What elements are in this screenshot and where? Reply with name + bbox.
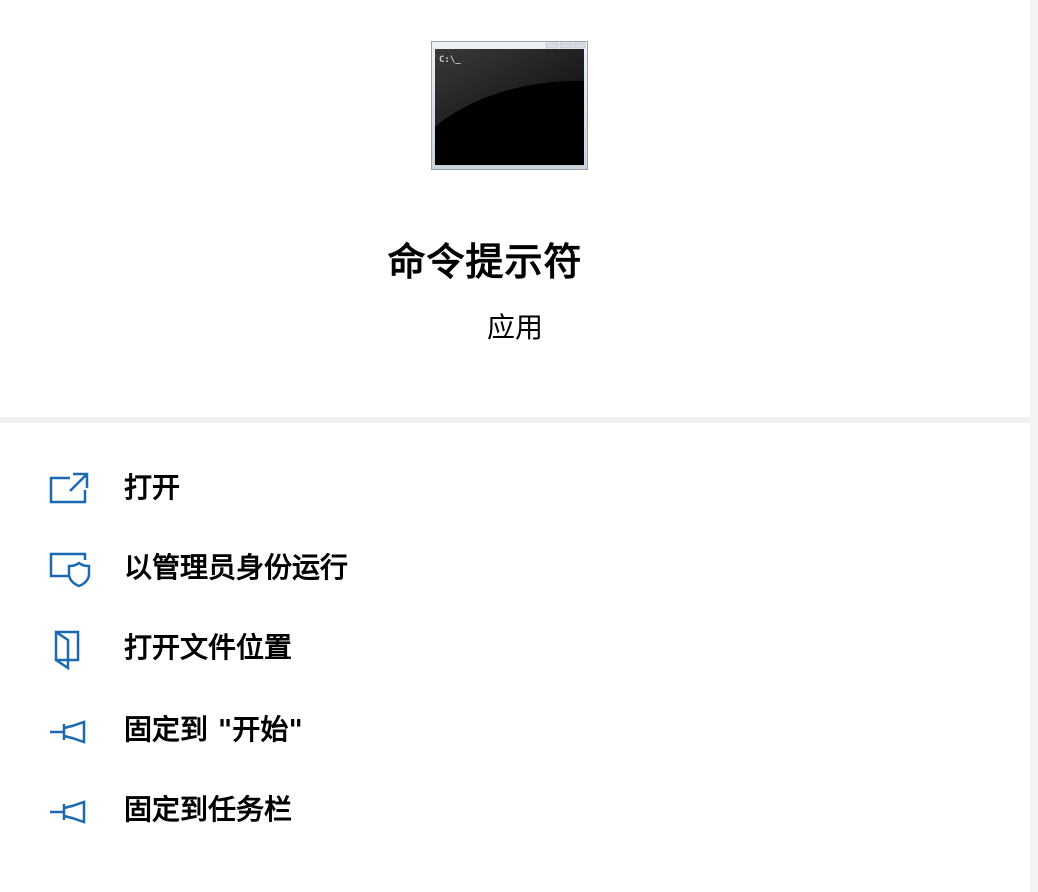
menu-item-run-as-admin[interactable]: 以管理员身份运行: [0, 532, 1030, 604]
divider: [0, 417, 1030, 423]
pin-icon: [48, 712, 92, 752]
command-prompt-icon: C:\_: [431, 41, 588, 170]
app-subtitle: 应用: [486, 311, 543, 344]
menu-item-open-file-location[interactable]: 打开文件位置: [0, 612, 1030, 684]
admin-shield-icon: [48, 550, 92, 590]
menu-item-label: 以管理员身份运行: [124, 551, 349, 584]
menu-item-pin-to-taskbar[interactable]: 固定到任务栏: [0, 774, 1030, 846]
app-title: 命令提示符: [387, 240, 583, 284]
scrollbar-track[interactable]: [1030, 0, 1038, 892]
menu-item-label: 固定到任务栏: [124, 793, 293, 826]
context-panel: C:\_ 命令提示符 应用 打开 以管理员身份运行 打开文件位置 固定到 "开始…: [0, 0, 1030, 892]
open-external-icon: [48, 470, 92, 510]
menu-item-label: 打开: [124, 471, 181, 504]
menu-item-label: 固定到 "开始": [124, 713, 303, 746]
menu-item-label: 打开文件位置: [124, 631, 293, 664]
pin-icon: [48, 792, 92, 832]
file-location-icon: [48, 630, 92, 670]
menu-item-open[interactable]: 打开: [0, 452, 1030, 524]
prompt-text: C:\_: [439, 55, 461, 65]
menu-item-pin-to-start[interactable]: 固定到 "开始": [0, 694, 1030, 766]
